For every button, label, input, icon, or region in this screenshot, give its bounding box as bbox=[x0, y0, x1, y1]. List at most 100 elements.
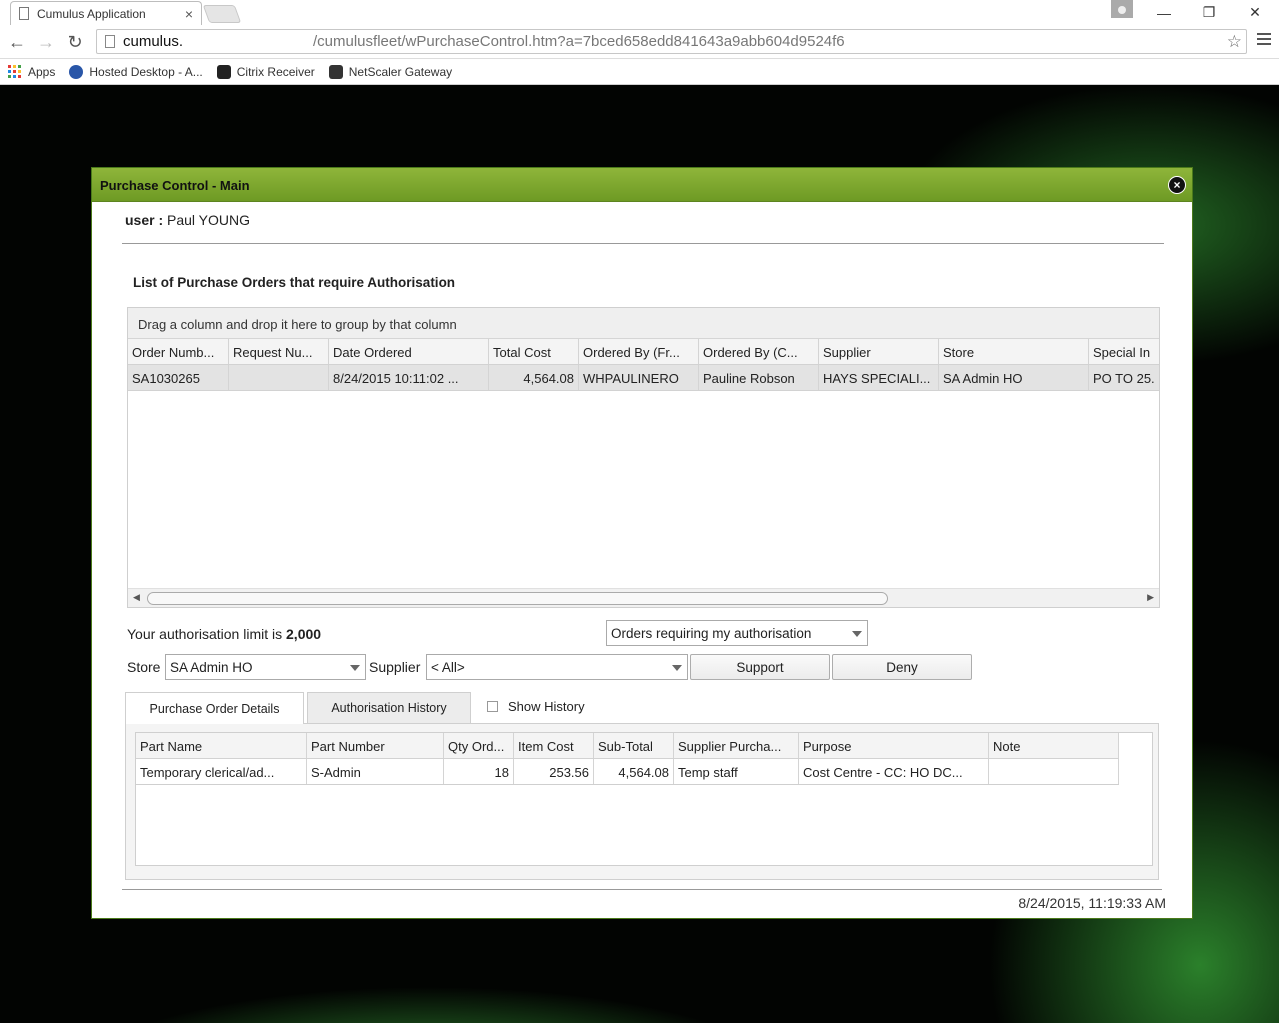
purchase-control-dialog: Purchase Control - Main × user : Paul YO… bbox=[91, 167, 1193, 919]
browser-tabstrip: Cumulus Application × — ❐ ✕ bbox=[0, 0, 1279, 25]
column-header-store[interactable]: Store bbox=[939, 339, 1089, 364]
user-line: user : Paul YOUNG bbox=[125, 212, 250, 228]
orders-grid-header: Order Numb... Request Nu... Date Ordered… bbox=[128, 339, 1159, 365]
tab-purchase-order-details[interactable]: Purchase Order Details bbox=[125, 692, 304, 724]
address-bar[interactable]: cumulus. /cumulusfleet/wPurchaseControl.… bbox=[96, 29, 1247, 54]
cell-date-ordered: 8/24/2015 10:11:02 ... bbox=[329, 365, 489, 390]
apps-grid-icon bbox=[8, 65, 21, 78]
cell-part-name: Temporary clerical/ad... bbox=[136, 759, 307, 784]
divider bbox=[122, 243, 1164, 244]
column-header-supplier[interactable]: Supplier bbox=[819, 339, 939, 364]
orders-grid: Drag a column and drop it here to group … bbox=[127, 307, 1160, 608]
bookmark-star-icon[interactable]: ☆ bbox=[1227, 32, 1242, 52]
globe-icon bbox=[69, 64, 84, 79]
new-tab-button[interactable] bbox=[202, 5, 242, 23]
cell-qty-ordered: 18 bbox=[444, 759, 514, 784]
cell-sub-total: 4,564.08 bbox=[594, 759, 674, 784]
tab-title: Cumulus Application bbox=[37, 6, 146, 21]
scroll-right-icon[interactable]: ▶ bbox=[1147, 592, 1154, 603]
table-row[interactable]: Temporary clerical/ad... S-Admin 18 253.… bbox=[136, 759, 1119, 785]
column-header-part-name[interactable]: Part Name bbox=[136, 733, 307, 758]
profile-icon[interactable] bbox=[1111, 0, 1133, 18]
netscaler-icon bbox=[328, 64, 343, 79]
cell-part-number: S-Admin bbox=[307, 759, 444, 784]
column-header-order-number[interactable]: Order Numb... bbox=[128, 339, 229, 364]
restore-icon[interactable]: ❐ bbox=[1195, 0, 1223, 25]
url-path: /cumulusfleet/wPurchaseControl.htm?a=7bc… bbox=[313, 33, 845, 50]
store-label: Store bbox=[127, 659, 161, 675]
details-panel: Part Name Part Number Qty Ord... Item Co… bbox=[125, 723, 1159, 880]
citrix-icon bbox=[216, 64, 231, 79]
cell-order-number: SA1030265 bbox=[128, 365, 229, 390]
minimize-icon[interactable]: — bbox=[1150, 0, 1178, 25]
browser-tab[interactable]: Cumulus Application × bbox=[10, 1, 202, 25]
cell-special-instructions: PO TO 25. bbox=[1093, 371, 1155, 386]
show-history-label: Show History bbox=[508, 699, 585, 714]
cell-item-cost: 253.56 bbox=[514, 759, 594, 784]
column-header-total-cost[interactable]: Total Cost bbox=[489, 339, 579, 364]
checkbox-box[interactable] bbox=[487, 701, 498, 712]
tab-close-icon[interactable]: × bbox=[185, 6, 193, 22]
page-info-icon[interactable] bbox=[105, 35, 115, 48]
cell-ordered-by-from: WHPAULINERO bbox=[579, 365, 699, 390]
dialog-close-icon[interactable]: × bbox=[1168, 176, 1186, 194]
column-header-date-ordered[interactable]: Date Ordered bbox=[329, 339, 489, 364]
column-header-qty-ordered[interactable]: Qty Ord... bbox=[444, 733, 514, 758]
cell-total-cost: 4,564.08 bbox=[489, 365, 579, 390]
column-header-ordered-by-from[interactable]: Ordered By (Fr... bbox=[579, 339, 699, 364]
bookmark-citrix-receiver[interactable]: Citrix Receiver bbox=[216, 64, 315, 79]
cell-request-number bbox=[229, 365, 329, 390]
cell-purpose: Cost Centre - CC: HO DC... bbox=[799, 759, 989, 784]
reload-icon[interactable]: ↻ bbox=[64, 31, 86, 53]
dialog-header[interactable]: Purchase Control - Main bbox=[92, 168, 1192, 202]
tab-authorisation-history[interactable]: Authorisation History bbox=[307, 692, 471, 723]
details-grid: Part Name Part Number Qty Ord... Item Co… bbox=[135, 732, 1153, 866]
column-header-ordered-by-contact[interactable]: Ordered By (C... bbox=[699, 339, 819, 364]
show-history-checkbox[interactable]: Show History bbox=[487, 699, 585, 714]
supplier-label: Supplier bbox=[369, 659, 421, 675]
forward-icon[interactable]: → bbox=[35, 31, 57, 53]
column-header-part-number[interactable]: Part Number bbox=[307, 733, 444, 758]
column-header-special-instructions[interactable]: Special In bbox=[1089, 339, 1159, 364]
table-row[interactable]: SA1030265 8/24/2015 10:11:02 ... 4,564.0… bbox=[128, 365, 1159, 391]
column-header-request-number[interactable]: Request Nu... bbox=[229, 339, 329, 364]
authorisation-limit: Your authorisation limit is 2,000 bbox=[127, 626, 321, 642]
bookmark-label: Citrix Receiver bbox=[236, 64, 315, 79]
cell-supplier: HAYS SPECIALI... bbox=[819, 365, 939, 390]
horizontal-scrollbar[interactable]: ◀ ▶ bbox=[128, 588, 1159, 607]
details-grid-header: Part Name Part Number Qty Ord... Item Co… bbox=[136, 733, 1119, 759]
auth-limit-text: Your authorisation limit is bbox=[127, 626, 283, 642]
order-filter-value: Orders requiring my authorisation bbox=[611, 626, 812, 641]
scroll-left-icon[interactable]: ◀ bbox=[133, 592, 140, 603]
column-header-sub-total[interactable]: Sub-Total bbox=[594, 733, 674, 758]
cell-supplier-purchase: Temp staff bbox=[674, 759, 799, 784]
user-name: Paul YOUNG bbox=[167, 212, 251, 228]
column-header-supplier-purchase[interactable]: Supplier Purcha... bbox=[674, 733, 799, 758]
support-button[interactable]: Support bbox=[690, 654, 830, 680]
column-header-purpose[interactable]: Purpose bbox=[799, 733, 989, 758]
url-host: cumulus. bbox=[123, 33, 184, 50]
cell-store: SA Admin HO bbox=[939, 365, 1089, 390]
group-by-drop-area[interactable]: Drag a column and drop it here to group … bbox=[128, 308, 1159, 339]
bookmark-hosted-desktop[interactable]: Hosted Desktop - A... bbox=[69, 64, 203, 79]
deny-button[interactable]: Deny bbox=[832, 654, 972, 680]
store-select-value: SA Admin HO bbox=[170, 660, 253, 675]
cell-note bbox=[989, 759, 1119, 784]
chevron-down-icon bbox=[350, 665, 360, 671]
store-select[interactable]: SA Admin HO bbox=[165, 654, 366, 680]
bookmark-apps[interactable]: Apps bbox=[8, 65, 55, 79]
browser-toolbar: ← → ↻ cumulus. /cumulusfleet/wPurchaseCo… bbox=[0, 25, 1279, 59]
auth-limit-value: 2,000 bbox=[286, 626, 322, 642]
back-icon[interactable]: ← bbox=[6, 31, 28, 53]
column-header-note[interactable]: Note bbox=[989, 733, 1119, 758]
bookmarks-bar: Apps Hosted Desktop - A... Citrix Receiv… bbox=[0, 59, 1279, 85]
browser-menu-icon[interactable] bbox=[1257, 33, 1271, 48]
supplier-select-value: < All> bbox=[431, 660, 465, 675]
column-header-item-cost[interactable]: Item Cost bbox=[514, 733, 594, 758]
window-close-icon[interactable]: ✕ bbox=[1241, 0, 1269, 25]
scrollbar-thumb[interactable] bbox=[147, 592, 888, 605]
supplier-select[interactable]: < All> bbox=[426, 654, 688, 680]
bookmark-netscaler-gateway[interactable]: NetScaler Gateway bbox=[328, 64, 452, 79]
section-title: List of Purchase Orders that require Aut… bbox=[133, 275, 456, 290]
order-filter-select[interactable]: Orders requiring my authorisation bbox=[606, 620, 868, 646]
